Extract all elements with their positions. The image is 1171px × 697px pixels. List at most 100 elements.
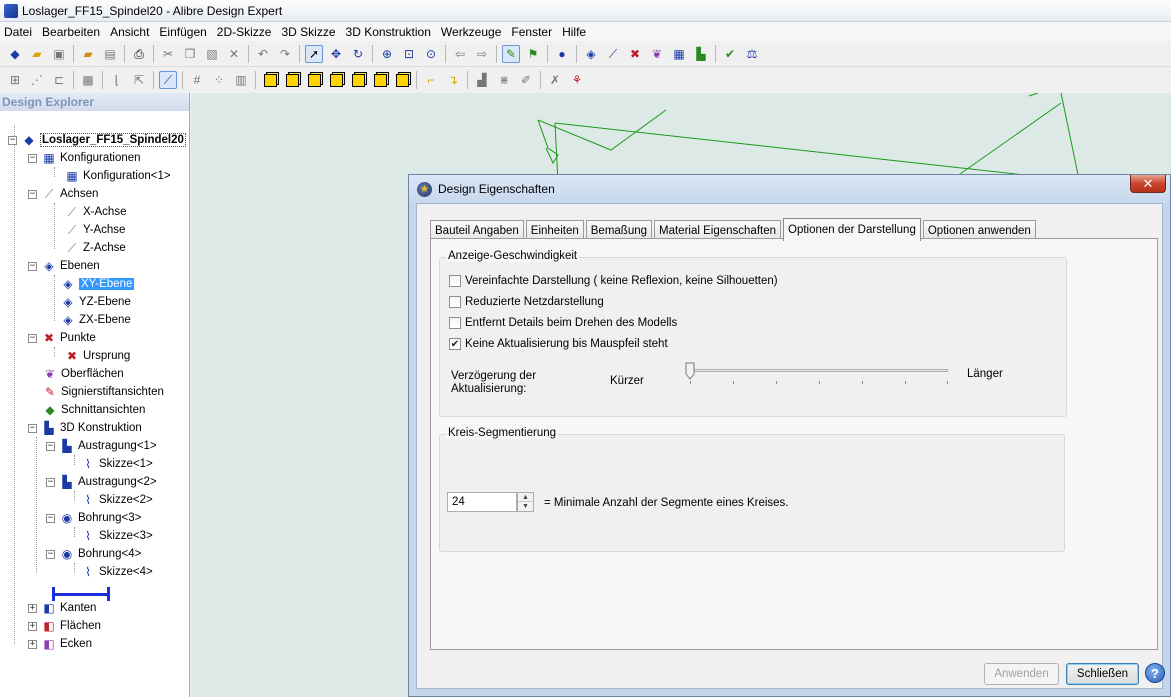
zoom-fit-icon[interactable]: ⊕: [378, 45, 396, 63]
select-cursor-icon[interactable]: ➚: [305, 44, 323, 63]
checkbox[interactable]: [449, 317, 461, 329]
tree-item-skizze1[interactable]: ⌇ Skizze<1>: [80, 455, 153, 473]
measure-icon[interactable]: ⚘: [568, 71, 586, 89]
paste-icon[interactable]: ▧: [203, 45, 221, 63]
axis-icon[interactable]: ⟋: [604, 45, 622, 63]
fillet-icon[interactable]: ⌐: [422, 71, 440, 89]
tree-item-zx-ebene[interactable]: ◈ ZX-Ebene: [60, 311, 130, 329]
collapse-icon[interactable]: −: [46, 441, 55, 451]
extrude-cut-icon[interactable]: [305, 71, 323, 89]
plane-icon[interactable]: ◈: [582, 45, 600, 63]
collapse-icon[interactable]: −: [46, 549, 55, 559]
menu-datei[interactable]: Datei: [0, 25, 38, 39]
revolve-cut-icon[interactable]: [327, 71, 345, 89]
menu-3d-konstruktion[interactable]: 3D Konstruktion: [342, 25, 437, 39]
grid-icon[interactable]: #: [188, 71, 206, 89]
export-icon[interactable]: ⇱: [130, 71, 148, 89]
segment-count-stepper[interactable]: ▲ ▼: [517, 492, 534, 512]
collapse-icon[interactable]: −: [28, 189, 37, 199]
point-icon[interactable]: ✖: [626, 45, 644, 63]
green-flag-icon[interactable]: ⚑: [524, 45, 542, 63]
tree-item-signierstiftansichten[interactable]: ✎ Signierstiftansichten: [42, 383, 164, 401]
tree-item-skizze2[interactable]: ⌇ Skizze<2>: [80, 491, 153, 509]
checkbox[interactable]: [449, 296, 461, 308]
collapse-icon[interactable]: −: [46, 477, 55, 487]
expand-icon[interactable]: +: [28, 639, 37, 649]
tree-item-ursprung[interactable]: ✖ Ursprung: [64, 347, 130, 365]
cut-icon[interactable]: ✂: [159, 45, 177, 63]
forward-arrow-icon[interactable]: ⇨: [473, 45, 491, 63]
collapse-icon[interactable]: −: [46, 513, 55, 523]
close-dialog-button[interactable]: Schließen: [1066, 663, 1139, 685]
delete-icon[interactable]: ✕: [225, 45, 243, 63]
delay-slider-track[interactable]: [690, 369, 948, 372]
zoom-window-icon[interactable]: ⊡: [400, 45, 418, 63]
tree-item-schnittansichten[interactable]: ◆ Schnittansichten: [42, 401, 145, 419]
tree-item-oberflaechen[interactable]: ❦ Oberflächen: [42, 365, 124, 383]
loft-cut-icon[interactable]: [371, 71, 389, 89]
draft-icon[interactable]: ⋇: [495, 71, 513, 89]
option-reduced-mesh[interactable]: Reduzierte Netzdarstellung: [449, 296, 604, 308]
checkbox[interactable]: [449, 275, 461, 287]
spin-up-icon[interactable]: ▲: [518, 493, 533, 502]
shell-icon[interactable]: ▟: [473, 71, 491, 89]
grid-lines-icon[interactable]: ▥: [232, 71, 250, 89]
tree-item-y-achse[interactable]: ⟋ Y-Achse: [64, 221, 126, 239]
tab-material-eigenschaften[interactable]: Material Eigenschaften: [654, 220, 781, 240]
tree-item-skizze4[interactable]: ⌇ Skizze<4>: [80, 563, 153, 581]
tree-item-yz-ebene[interactable]: ◈ YZ-Ebene: [60, 293, 130, 311]
rotate-icon[interactable]: ↻: [349, 45, 367, 63]
surface-icon[interactable]: ❦: [648, 45, 666, 63]
snap-icon[interactable]: ⁘: [210, 71, 228, 89]
expand-icon[interactable]: +: [28, 603, 37, 613]
step-icon[interactable]: ⌊: [108, 71, 126, 89]
close-button[interactable]: ✕: [1130, 175, 1166, 193]
chamfer-icon[interactable]: ↴: [444, 71, 462, 89]
tree-item-z-achse[interactable]: ⟋ Z-Achse: [64, 239, 126, 257]
tree-item-x-achse[interactable]: ⟋ X-Achse: [64, 203, 127, 221]
library-icon[interactable]: ▩: [79, 71, 97, 89]
option-simplified-display[interactable]: Vereinfachte Darstellung ( keine Reflexi…: [449, 275, 778, 287]
mirror-icon[interactable]: ⊏: [50, 71, 68, 89]
menu-einfuegen[interactable]: Einfügen: [155, 25, 212, 39]
split-icon[interactable]: ✐: [517, 71, 535, 89]
copy-icon[interactable]: ❐: [181, 45, 199, 63]
menu-bearbeiten[interactable]: Bearbeiten: [38, 25, 106, 39]
tree-item-ebenen[interactable]: − ◈ Ebenen: [28, 257, 100, 275]
open-project-icon[interactable]: ▰: [79, 45, 97, 63]
help-icon[interactable]: ?: [1145, 663, 1165, 683]
segment-count-input[interactable]: [447, 492, 517, 512]
tree-item-austragung2[interactable]: − ▙ Austragung<2>: [46, 473, 157, 491]
collapse-icon[interactable]: −: [28, 423, 37, 433]
loft-boss-icon[interactable]: [349, 71, 367, 89]
menu-ansicht[interactable]: Ansicht: [106, 25, 155, 39]
scales-icon[interactable]: ⚖: [743, 45, 761, 63]
menu-2d-skizze[interactable]: 2D-Skizze: [213, 25, 278, 39]
tab-bauteil-angaben[interactable]: Bauteil Angaben: [430, 220, 524, 240]
render-icon[interactable]: ●: [553, 45, 571, 63]
tree-item-ecken[interactable]: + ◧ Ecken: [28, 635, 92, 653]
rollback-bar[interactable]: [52, 587, 110, 601]
save-all-icon[interactable]: ▤: [101, 45, 119, 63]
move-icon[interactable]: ✥: [327, 45, 345, 63]
sheet-metal-icon[interactable]: ✗: [546, 71, 564, 89]
print-icon[interactable]: ⎙: [130, 45, 148, 63]
tree-item-flaechen[interactable]: + ◧ Flächen: [28, 617, 101, 635]
tree-item-kanten[interactable]: + ◧ Kanten: [28, 599, 96, 617]
menu-hilfe[interactable]: Hilfe: [558, 25, 592, 39]
new-file-icon[interactable]: ◆: [6, 45, 24, 63]
tree-item-bohrung3[interactable]: − ◉ Bohrung<3>: [46, 509, 141, 527]
tree-item-3d-konstruktion[interactable]: − ▙ 3D Konstruktion: [28, 419, 142, 437]
tree-item-skizze3[interactable]: ⌇ Skizze<3>: [80, 527, 153, 545]
menu-fenster[interactable]: Fenster: [507, 25, 558, 39]
tree-item-austragung1[interactable]: − ▙ Austragung<1>: [46, 437, 157, 455]
tree-item-bohrung4[interactable]: − ◉ Bohrung<4>: [46, 545, 141, 563]
menu-werkzeuge[interactable]: Werkzeuge: [437, 25, 507, 39]
collapse-icon[interactable]: −: [28, 333, 37, 343]
dialog-titlebar[interactable]: ★ Design Eigenschaften: [409, 175, 1170, 203]
extrude-boss-icon[interactable]: [261, 71, 279, 89]
constraint-icon[interactable]: ⊞: [6, 71, 24, 89]
tree-item-punkte[interactable]: − ✖ Punkte: [28, 329, 96, 347]
part-icon[interactable]: ▙: [692, 45, 710, 63]
tab-optionen-der-darstellung[interactable]: Optionen der Darstellung: [783, 218, 921, 241]
